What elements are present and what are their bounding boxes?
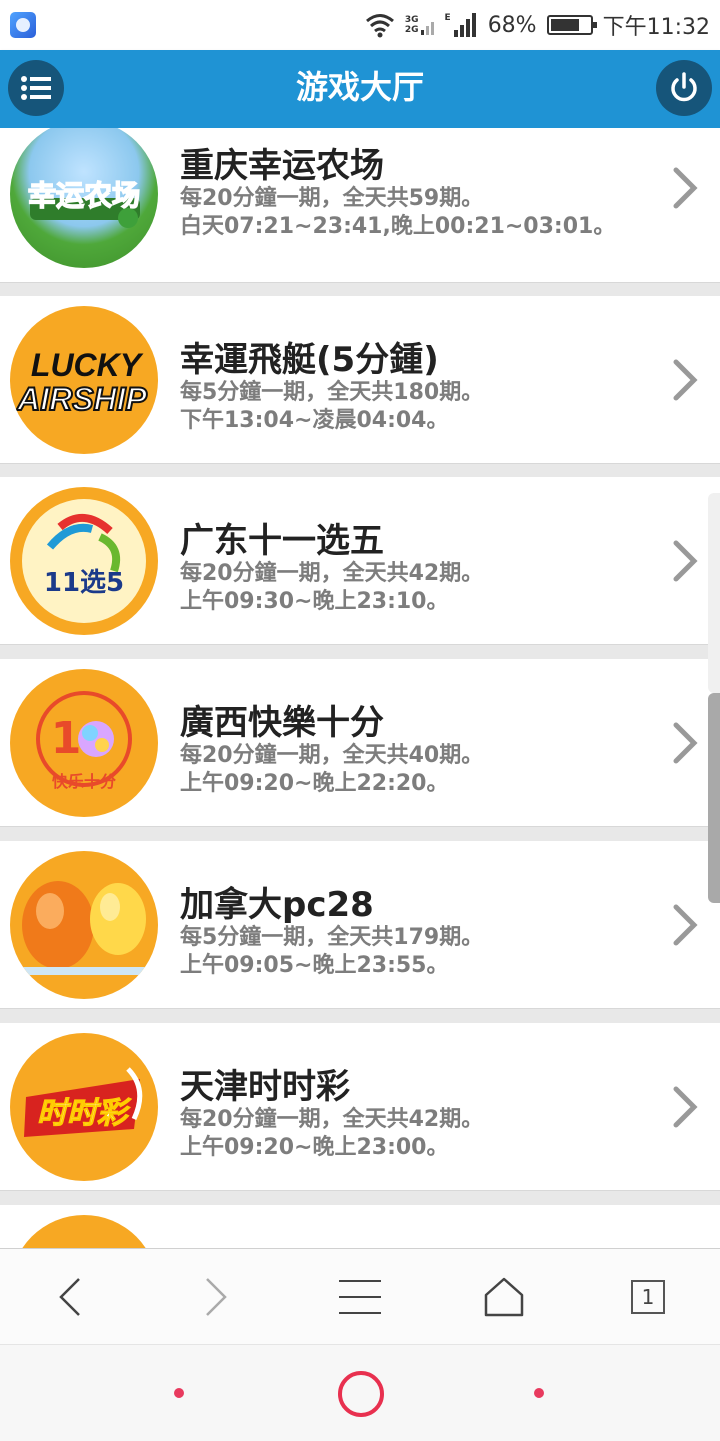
guangxi-happy-ten-logo: 1 快乐十分 [10, 669, 158, 817]
chevron-right-icon [206, 1278, 227, 1316]
signal-small-icon [420, 22, 434, 35]
svg-text:11选5: 11选5 [44, 568, 124, 598]
system-nav-bar [0, 1344, 720, 1441]
game-item-tianjin-ssc[interactable]: 时时彩 天津时时彩 每20分鐘一期，全天共42期。 上午09:20~晚上23:0… [0, 1023, 720, 1191]
lucky-airship-logo: LUCKY AIRSHIP [10, 306, 158, 454]
chevron-right-icon [673, 1086, 698, 1128]
game-hours: 上午09:20~晚上22:20。 [180, 771, 449, 796]
game-name: 广东十一选五 [180, 521, 384, 561]
game-hours: 下午13:04~凌晨04:04。 [180, 408, 449, 433]
game-item-chongqing-lucky-farm[interactable]: 幸运农场 重庆幸运农场 每20分鐘一期，全天共59期。 白天07:21~23:4… [0, 128, 720, 283]
status-icons: 3G 2G E 68% 下午11:32 [365, 0, 710, 50]
chevron-right-icon [673, 904, 698, 946]
game-schedule: 每20分鐘一期，全天共42期。 [180, 1107, 484, 1132]
chevron-left-icon [59, 1278, 80, 1316]
scrollbar-track [708, 493, 720, 693]
home-button[interactable] [474, 1267, 534, 1327]
svg-text:LUCKY: LUCKY [31, 347, 144, 383]
app-notification-icon [10, 12, 36, 38]
browser-toolbar: 1 [0, 1248, 720, 1345]
wifi-icon [365, 14, 394, 38]
power-icon [671, 72, 697, 102]
tianjin-ssc-logo: 时时彩 [10, 1033, 158, 1181]
game-schedule: 每5分鐘一期，全天共179期。 [180, 925, 484, 950]
recent-apps-button[interactable] [174, 1388, 184, 1398]
game-item-guangxi-happy-ten[interactable]: 1 快乐十分 廣西快樂十分 每20分鐘一期，全天共40期。 上午09:20~晚上… [0, 659, 720, 827]
game-hours: 上午09:20~晚上23:00。 [180, 1135, 449, 1160]
chevron-right-icon [673, 359, 698, 401]
guangdong-11x5-logo: 11选5 [10, 487, 158, 635]
game-item-canada-pc28[interactable]: 加拿大pc28 每5分鐘一期，全天共179期。 上午09:05~晚上23:55。 [0, 841, 720, 1009]
forward-button[interactable] [186, 1267, 246, 1327]
tabs-button[interactable]: 1 [618, 1267, 678, 1327]
game-name: 加拿大pc28 [180, 885, 374, 925]
list-menu-icon [21, 76, 51, 100]
partial-game-logo [10, 1215, 158, 1248]
game-name: 幸運飛艇(5分鍾) [180, 340, 439, 380]
game-schedule: 每20分鐘一期，全天共40期。 [180, 743, 484, 768]
game-schedule: 每5分鐘一期，全天共180期。 [180, 380, 484, 405]
game-item-guangdong-11x5[interactable]: 11选5 广东十一选五 每20分鐘一期，全天共42期。 上午09:30~晚上23… [0, 477, 720, 645]
canada-pc28-logo [10, 851, 158, 999]
signal-icon [453, 13, 476, 37]
game-name: 天津时时彩 [180, 1067, 350, 1107]
battery-percent: 68% [487, 12, 537, 38]
lucky-farm-logo: 幸运农场 [10, 128, 158, 268]
status-bar: 3G 2G E 68% 下午11:32 [0, 0, 720, 50]
game-name: 廣西快樂十分 [180, 703, 384, 743]
game-name: 重庆幸运农场 [180, 146, 384, 186]
back-button[interactable] [40, 1267, 100, 1327]
game-item-partial[interactable] [0, 1205, 720, 1248]
page-title: 游戏大厅 [295, 68, 424, 106]
tab-count-badge: 1 [631, 1280, 665, 1314]
game-hours: 上午09:05~晚上23:55。 [180, 953, 449, 978]
signal-group: E [445, 13, 478, 37]
game-item-lucky-airship[interactable]: LUCKY AIRSHIP 幸運飛艇(5分鍾) 每5分鐘一期，全天共180期。 … [0, 296, 720, 464]
chevron-right-icon [673, 540, 698, 582]
svg-text:幸运农场: 幸运农场 [28, 179, 140, 212]
game-schedule: 每20分鐘一期，全天共59期。 [180, 186, 484, 211]
menu-button[interactable] [8, 60, 64, 116]
hamburger-menu-icon [339, 1280, 381, 1314]
game-hours: 上午09:30~晚上23:10。 [180, 589, 449, 614]
app-header: 游戏大厅 [0, 50, 720, 128]
battery-icon [546, 15, 597, 35]
game-hours: 白天07:21~23:41,晚上00:21~03:01。 [180, 214, 616, 239]
svg-text:快乐十分: 快乐十分 [52, 772, 116, 791]
system-back-button[interactable] [534, 1388, 544, 1398]
svg-text:时时彩: 时时彩 [37, 1096, 132, 1131]
game-schedule: 每20分鐘一期，全天共42期。 [180, 561, 484, 586]
browser-menu-button[interactable] [330, 1267, 390, 1327]
chevron-right-icon [673, 167, 698, 209]
system-home-button[interactable] [338, 1371, 384, 1417]
logout-button[interactable] [656, 60, 712, 116]
svg-text:1: 1 [51, 713, 82, 764]
clock: 下午11:32 [602, 15, 710, 40]
svg-text:AIRSHIP: AIRSHIP [16, 381, 147, 417]
chevron-right-icon [673, 722, 698, 764]
home-icon [484, 1277, 524, 1317]
network-type-label: 3G 2G [405, 15, 435, 35]
scrollbar-thumb[interactable] [708, 693, 720, 903]
game-list: 幸运农场 重庆幸运农场 每20分鐘一期，全天共59期。 白天07:21~23:4… [0, 128, 720, 1248]
